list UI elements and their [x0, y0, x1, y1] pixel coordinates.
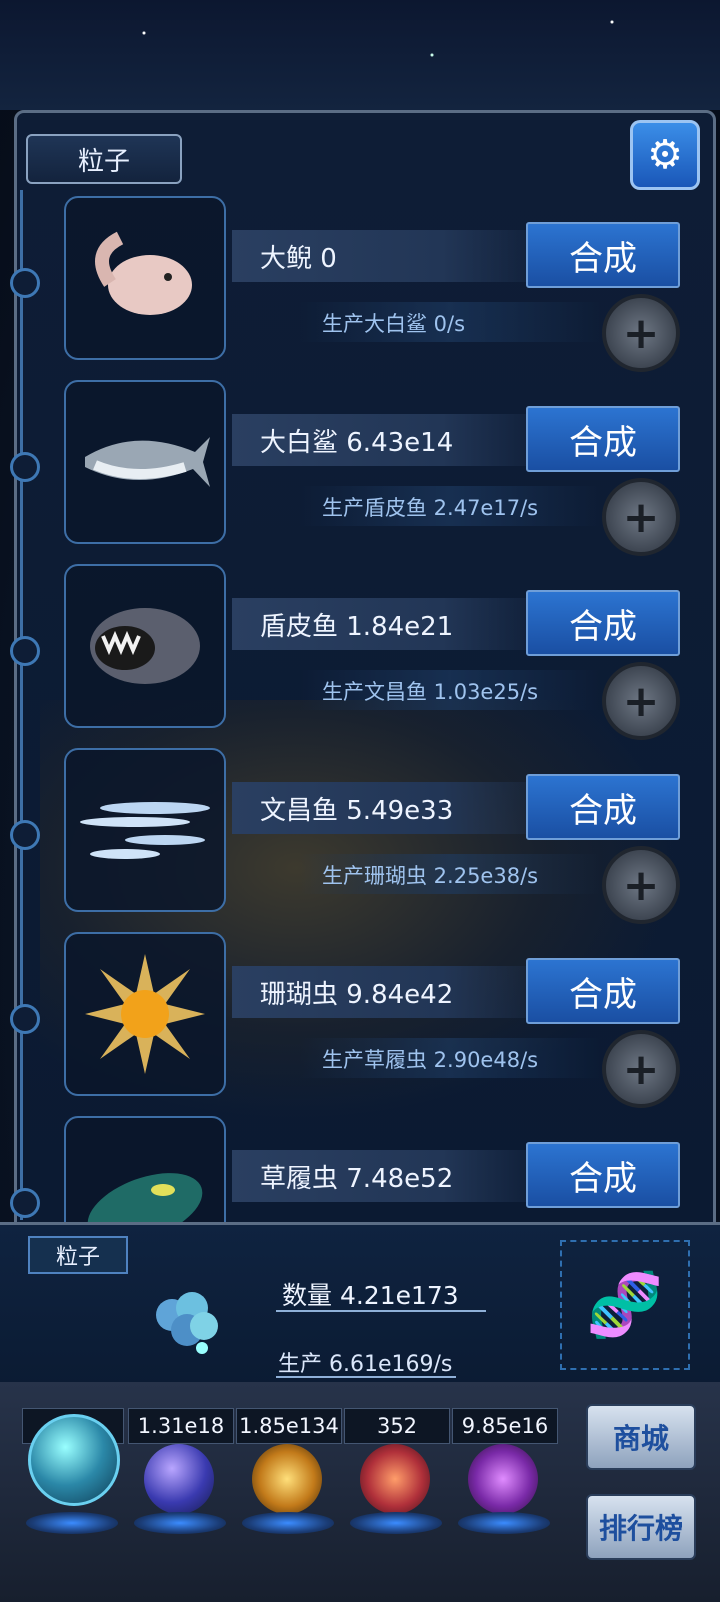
- category-tag[interactable]: 粒子: [26, 134, 182, 184]
- particle-cluster-icon: [142, 1280, 232, 1360]
- plus-icon[interactable]: +: [602, 294, 680, 372]
- axolotl-icon: [64, 196, 226, 360]
- lightning-orb-icon[interactable]: [144, 1444, 214, 1514]
- shark-icon: [64, 380, 226, 544]
- summary-tag: 粒子: [28, 1236, 128, 1274]
- creature-row: 盾皮鱼 1.84e21 生产文昌鱼 1.03e25/s 合成 +: [0, 564, 720, 744]
- particle-rate: 生产 6.61e169/s: [278, 1352, 453, 1377]
- creature-name: 盾皮鱼 1.84e21: [232, 598, 532, 650]
- divider: [276, 1310, 486, 1312]
- particle-quantity: 数量 4.21e173: [282, 1281, 459, 1310]
- vortex-orb-icon[interactable]: [468, 1444, 538, 1514]
- merge-button[interactable]: 合成: [526, 222, 680, 288]
- divider: [276, 1376, 456, 1378]
- creature-row: 珊瑚虫 9.84e42 生产草履虫 2.90e48/s 合成 +: [0, 932, 720, 1112]
- production-rate: 生产珊瑚虫 2.25e38/s: [322, 864, 539, 888]
- production-rate: 生产草履虫 2.90e48/s: [322, 1048, 539, 1072]
- dna-icon[interactable]: 🧬: [560, 1240, 690, 1370]
- paramecium-icon: [64, 1116, 226, 1222]
- orb-pedestal: [134, 1512, 226, 1534]
- creature-row: 大白鲨 6.43e14 生产盾皮鱼 2.47e17/s 合成 +: [0, 380, 720, 560]
- plus-icon[interactable]: +: [602, 846, 680, 924]
- plus-icon[interactable]: +: [602, 662, 680, 740]
- creature-name: 大鲵 0: [232, 230, 532, 282]
- resource-value: 1.85e134: [236, 1408, 342, 1444]
- brain-orb-icon[interactable]: [360, 1444, 430, 1514]
- shop-button[interactable]: 商城: [586, 1404, 696, 1470]
- orb-pedestal: [458, 1512, 550, 1534]
- leaderboard-button[interactable]: 排行榜: [586, 1494, 696, 1560]
- production-rate: 生产盾皮鱼 2.47e17/s: [322, 496, 539, 520]
- creature-name: 珊瑚虫 9.84e42: [232, 966, 532, 1018]
- resource-value: 1.31e18: [128, 1408, 234, 1444]
- merge-button[interactable]: 合成: [526, 774, 680, 840]
- lancelet-icon: [64, 748, 226, 912]
- orb-pedestal: [242, 1512, 334, 1534]
- resource-value: 352: [344, 1408, 450, 1444]
- orb-pedestal: [26, 1512, 118, 1534]
- coral-polyp-icon: [64, 932, 226, 1096]
- orb-pedestal: [350, 1512, 442, 1534]
- settings-gear-icon[interactable]: ⚙: [630, 120, 700, 190]
- production-rate: 生产大白鲨 0/s: [322, 312, 466, 336]
- merge-button[interactable]: 合成: [526, 1142, 680, 1208]
- dunkleosteus-icon: [64, 564, 226, 728]
- creature-name: 大白鲨 6.43e14: [232, 414, 532, 466]
- creature-row: 大鲵 0 生产大白鲨 0/s 合成 +: [0, 196, 720, 376]
- creature-row: 文昌鱼 5.49e33 生产珊瑚虫 2.25e38/s 合成 +: [0, 748, 720, 928]
- production-rate: 生产文昌鱼 1.03e25/s: [322, 680, 539, 704]
- merge-button[interactable]: 合成: [526, 406, 680, 472]
- fire-orb-icon[interactable]: [252, 1444, 322, 1514]
- creature-row: 草履虫 7.48e52 合成: [0, 1116, 720, 1222]
- creature-name: 文昌鱼 5.49e33: [232, 782, 532, 834]
- resource-value: 9.85e16: [452, 1408, 558, 1444]
- creature-name: 草履虫 7.48e52: [232, 1150, 532, 1202]
- merge-button[interactable]: 合成: [526, 590, 680, 656]
- plus-icon[interactable]: +: [602, 1030, 680, 1108]
- merge-button[interactable]: 合成: [526, 958, 680, 1024]
- space-background: [0, 0, 720, 110]
- plus-icon[interactable]: +: [602, 478, 680, 556]
- particle-orb-icon[interactable]: [28, 1414, 120, 1506]
